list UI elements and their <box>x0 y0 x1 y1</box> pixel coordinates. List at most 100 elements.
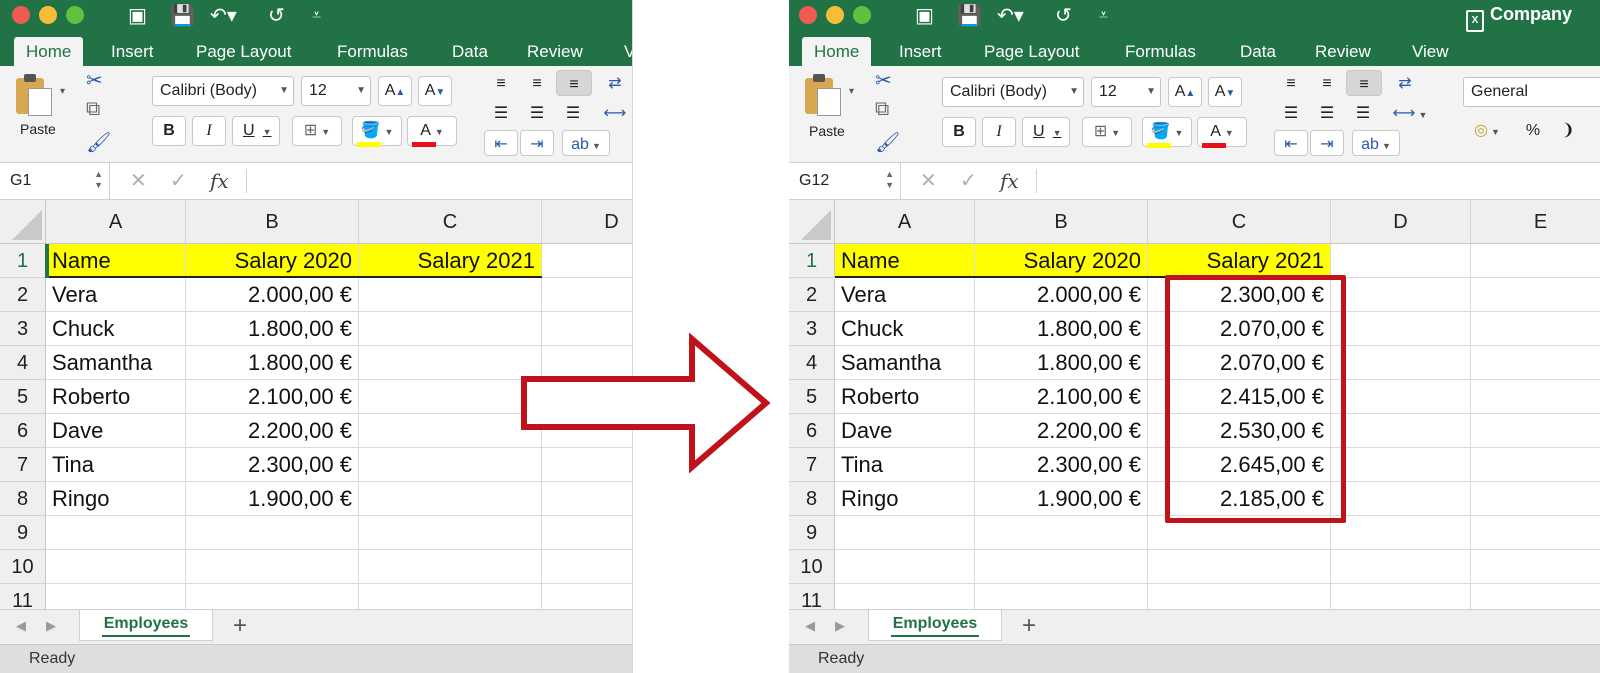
cell-empty[interactable] <box>542 482 632 516</box>
row-header-5[interactable]: 5 <box>0 380 46 414</box>
cell-empty[interactable] <box>1331 380 1471 414</box>
tab-formulas[interactable]: Formulas <box>325 37 420 66</box>
name-box-spinner-icon[interactable]: ▲ ▼ <box>94 169 103 191</box>
cell-empty[interactable] <box>1471 244 1600 278</box>
font-size-select[interactable]: 12 ▼ <box>1091 77 1161 107</box>
font-name-select[interactable]: Calibri (Body) ▼ <box>152 76 294 106</box>
cell-b2[interactable]: 2.000,00 € <box>186 278 359 312</box>
cell-empty[interactable] <box>1331 346 1471 380</box>
currency-format-icon[interactable]: ◎ ▼ <box>1463 117 1511 147</box>
cell-c5[interactable] <box>359 380 542 414</box>
font-name-select[interactable]: Calibri (Body) ▼ <box>942 77 1084 107</box>
cell-a6[interactable]: Dave <box>835 414 975 448</box>
tab-insert[interactable]: Insert <box>887 37 954 66</box>
cell-b3[interactable]: 1.800,00 € <box>975 312 1148 346</box>
decrease-indent-button[interactable]: ⇤ <box>1274 130 1308 156</box>
cell-b2[interactable]: 2.000,00 € <box>975 278 1148 312</box>
cell-c11[interactable] <box>1148 584 1331 610</box>
cell-b8[interactable]: 1.900,00 € <box>186 482 359 516</box>
row-header-4[interactable]: 4 <box>0 346 46 380</box>
align-right-button[interactable]: ☰ <box>1346 100 1380 126</box>
prev-sheet-icon[interactable]: ◀ <box>16 618 26 634</box>
align-top-button[interactable]: ≡ <box>484 70 518 96</box>
cell-a8[interactable]: Ringo <box>835 482 975 516</box>
cell-empty[interactable] <box>542 516 632 550</box>
cell-b10[interactable] <box>975 550 1148 584</box>
cell-b5[interactable]: 2.100,00 € <box>186 380 359 414</box>
paste-dropdown-icon[interactable]: ▾ <box>60 86 65 97</box>
cell-a10[interactable] <box>46 550 186 584</box>
underline-button[interactable]: U ▼ <box>232 116 280 146</box>
bold-button[interactable]: B <box>152 116 186 146</box>
customize-toolbar-icon[interactable]: ⩡ <box>312 2 321 28</box>
cell-a7[interactable]: Tina <box>835 448 975 482</box>
cell-empty[interactable] <box>1331 448 1471 482</box>
cell-empty[interactable] <box>1471 550 1600 584</box>
increase-indent-button[interactable]: ⇥ <box>1310 130 1344 156</box>
row-header-6[interactable]: 6 <box>0 414 46 448</box>
cell-a11[interactable] <box>835 584 975 610</box>
cell-empty[interactable] <box>542 278 632 312</box>
cell-b5[interactable]: 2.100,00 € <box>975 380 1148 414</box>
paste-icon[interactable] <box>805 74 841 116</box>
cell-a8[interactable]: Ringo <box>46 482 186 516</box>
cell-a10[interactable] <box>835 550 975 584</box>
cell-c7[interactable] <box>359 448 542 482</box>
column-header-b[interactable]: B <box>186 200 359 244</box>
close-window-button[interactable] <box>12 6 30 24</box>
cell-a9[interactable] <box>835 516 975 550</box>
row-header-9[interactable]: 9 <box>789 516 835 550</box>
cell-a9[interactable] <box>46 516 186 550</box>
cancel-icon[interactable]: ✕ <box>130 163 147 199</box>
cell-empty[interactable] <box>1331 584 1471 610</box>
cell-a5[interactable]: Roberto <box>46 380 186 414</box>
tab-data[interactable]: Data <box>1228 37 1288 66</box>
cell-a4[interactable]: Samantha <box>835 346 975 380</box>
name-box[interactable]: G12 ▲ ▼ <box>789 163 901 199</box>
paste-label[interactable]: Paste <box>809 123 845 139</box>
cell-a4[interactable]: Samantha <box>46 346 186 380</box>
cell-empty[interactable] <box>542 584 632 610</box>
wrap-text-icon[interactable]: ⇄ <box>600 70 630 96</box>
borders-button[interactable]: ⊞ ▼ <box>1082 117 1132 147</box>
cell-empty[interactable] <box>1331 482 1471 516</box>
cell-a6[interactable]: Dave <box>46 414 186 448</box>
save-icon[interactable]: 💾 <box>170 2 195 28</box>
row-header-7[interactable]: 7 <box>0 448 46 482</box>
cell-empty[interactable] <box>1471 414 1600 448</box>
cancel-icon[interactable]: ✕ <box>920 163 937 199</box>
font-size-select[interactable]: 12 ▼ <box>301 76 371 106</box>
cell-b11[interactable] <box>975 584 1148 610</box>
column-header-d[interactable]: D <box>542 200 632 244</box>
undo-icon[interactable]: ↶▾ <box>210 2 237 28</box>
format-painter-icon[interactable]: 🖌 <box>86 130 111 155</box>
row-header-3[interactable]: 3 <box>789 312 835 346</box>
cell-a5[interactable]: Roberto <box>835 380 975 414</box>
decrease-font-size-button[interactable]: A▼ <box>1208 77 1242 107</box>
column-header-a[interactable]: A <box>46 200 186 244</box>
cell-empty[interactable] <box>1471 482 1600 516</box>
merge-center-icon[interactable]: ⟷ ▼ <box>1390 100 1430 126</box>
column-header-c[interactable]: C <box>1148 200 1331 244</box>
enter-icon[interactable]: ✓ <box>170 163 187 199</box>
cell-b6[interactable]: 2.200,00 € <box>975 414 1148 448</box>
cell-empty[interactable] <box>542 550 632 584</box>
tab-home[interactable]: Home <box>802 37 872 66</box>
cell-empty[interactable] <box>1331 244 1471 278</box>
cut-icon[interactable]: ✂ <box>875 68 892 93</box>
cell-empty[interactable] <box>1331 414 1471 448</box>
enter-icon[interactable]: ✓ <box>960 163 977 199</box>
tab-page-layout[interactable]: Page Layout <box>972 37 1091 66</box>
row-header-7[interactable]: 7 <box>789 448 835 482</box>
row-header-11[interactable]: 11 <box>789 584 835 610</box>
row-header-9[interactable]: 9 <box>0 516 46 550</box>
decrease-font-size-button[interactable]: A▼ <box>418 76 452 106</box>
align-middle-button[interactable]: ≡ <box>1310 70 1344 96</box>
tab-review[interactable]: Review <box>515 37 595 66</box>
close-window-button[interactable] <box>799 6 817 24</box>
cell-empty[interactable] <box>1471 516 1600 550</box>
cell-b8[interactable]: 1.900,00 € <box>975 482 1148 516</box>
row-header-1[interactable]: 1 <box>0 244 46 278</box>
column-header-d[interactable]: D <box>1331 200 1471 244</box>
cell-c8[interactable] <box>359 482 542 516</box>
